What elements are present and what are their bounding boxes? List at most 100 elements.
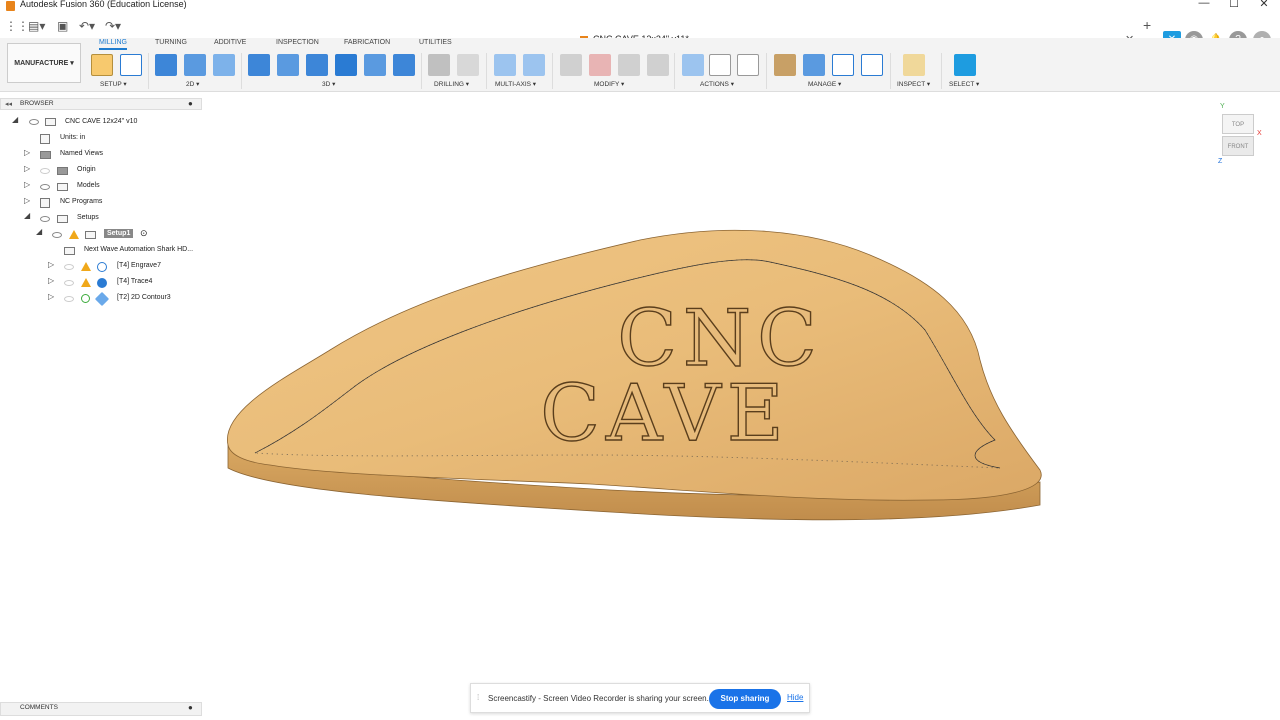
hide-link[interactable]: Hide — [787, 693, 803, 702]
expand-icon[interactable]: ▷ — [24, 180, 30, 189]
group-multi-axis[interactable]: MULTI-AXIS ▾ — [495, 80, 536, 88]
link-icon[interactable] — [647, 54, 669, 76]
expand-icon[interactable]: ▷ — [48, 276, 54, 285]
group-3d[interactable]: 3D ▾ — [322, 80, 335, 88]
browser-pin-icon[interactable]: ● — [188, 99, 193, 108]
tree-item-setup1[interactable]: ◢ Setup1 ⊙ — [0, 227, 202, 242]
trim-icon[interactable] — [618, 54, 640, 76]
comments-panel[interactable]: COMMENTS ● — [0, 702, 202, 716]
measure-icon[interactable] — [903, 54, 925, 76]
workspace-switcher[interactable]: MANUFACTURE ▾ — [7, 43, 81, 83]
new-tab-icon[interactable]: + — [1143, 17, 1151, 33]
tree-item-op[interactable]: ▷ [T4] Engrave7 — [0, 260, 202, 274]
tree-item-origin[interactable]: ▷ Origin — [0, 164, 202, 178]
expand-icon[interactable]: ▷ — [24, 148, 30, 157]
expand-icon[interactable]: ▷ — [48, 292, 54, 301]
maximize-icon[interactable]: ☐ — [1227, 0, 1241, 10]
tab-milling[interactable]: MILLING — [99, 39, 128, 50]
group-inspect[interactable]: INSPECT ▾ — [897, 80, 930, 88]
save-icon[interactable]: ▣ — [57, 19, 68, 33]
tree-item-setups[interactable]: ◢ Setups — [0, 211, 202, 226]
minimize-icon[interactable]: — — [1197, 0, 1211, 9]
tab-inspection[interactable]: INSPECTION — [276, 39, 319, 46]
share-message: Screencastify - Screen Video Recorder is… — [488, 694, 709, 703]
close-icon[interactable]: ✕ — [1257, 0, 1271, 10]
edit-toolpath-icon[interactable] — [560, 54, 582, 76]
model-viewport[interactable]: CNC CAVE — [210, 200, 1060, 540]
template-library-icon[interactable] — [861, 54, 883, 76]
select-icon[interactable] — [954, 54, 976, 76]
new-setup-icon[interactable] — [91, 54, 113, 76]
delete-passes-icon[interactable] — [589, 54, 611, 76]
expand-icon[interactable]: ▷ — [24, 196, 30, 205]
collapse-icon[interactable]: ◢ — [36, 227, 42, 236]
expand-icon[interactable]: ▷ — [24, 164, 30, 173]
apps-grid-icon[interactable]: ⋮⋮ — [5, 19, 29, 33]
tree-root[interactable]: ◢ CNC CAVE 12x24" v10 — [0, 115, 202, 130]
undo-icon[interactable]: ↶▾ — [79, 19, 95, 33]
face-icon[interactable] — [213, 54, 235, 76]
tree-item-named-views[interactable]: ▷ Named Views — [0, 148, 202, 162]
expand-icon[interactable]: ▷ — [48, 260, 54, 269]
warning-icon — [81, 262, 91, 271]
visibility-icon[interactable] — [52, 232, 62, 238]
group-setup[interactable]: SETUP ▾ — [100, 80, 127, 88]
viewcube-front[interactable]: FRONT — [1222, 136, 1254, 156]
nc-program-icon[interactable] — [120, 54, 142, 76]
group-modify[interactable]: MODIFY ▾ — [594, 80, 624, 88]
drag-handle-icon[interactable]: ⁞ — [477, 693, 479, 702]
tool-library-icon[interactable] — [774, 54, 796, 76]
add-comment-icon[interactable]: ● — [188, 703, 193, 712]
file-menu-icon[interactable]: ▤▾ — [28, 19, 45, 33]
group-actions[interactable]: ACTIONS ▾ — [700, 80, 734, 88]
trace-icon — [97, 278, 107, 288]
contour-icon[interactable] — [393, 54, 415, 76]
3d-pocket-icon[interactable] — [277, 54, 299, 76]
visibility-icon[interactable] — [40, 216, 50, 222]
tree-item-units[interactable]: Units: in — [0, 132, 202, 146]
group-drilling[interactable]: DRILLING ▾ — [434, 80, 469, 88]
steep-shallow-icon[interactable] — [306, 54, 328, 76]
tree-item-op[interactable]: ▷ [T4] Trace4 — [0, 276, 202, 290]
stop-sharing-button[interactable]: Stop sharing — [709, 689, 781, 709]
collapse-icon[interactable]: ◢ — [12, 115, 18, 124]
view-cube[interactable]: Y X Z TOP FRONT — [1218, 103, 1262, 170]
group-select[interactable]: SELECT ▾ — [949, 80, 979, 88]
3d-adaptive-icon[interactable] — [248, 54, 270, 76]
tree-item-machine[interactable]: Next Wave Automation Shark HD... — [0, 244, 202, 258]
multi-axis-contour-icon[interactable] — [494, 54, 516, 76]
tab-additive[interactable]: ADDITIVE — [214, 39, 246, 46]
separator — [890, 53, 891, 89]
visibility-off-icon[interactable] — [64, 280, 74, 286]
tree-item-nc-programs[interactable]: ▷ NC Programs — [0, 196, 202, 210]
visibility-off-icon[interactable] — [64, 264, 74, 270]
redo-icon[interactable]: ↷▾ — [105, 19, 121, 33]
visibility-off-icon[interactable] — [64, 296, 74, 302]
tree-item-models[interactable]: ▷ Models — [0, 180, 202, 194]
collapse-icon[interactable]: ◢ — [24, 211, 30, 220]
tab-fabrication[interactable]: FABRICATION — [344, 39, 390, 46]
drill-icon[interactable] — [428, 54, 450, 76]
visibility-icon[interactable] — [40, 184, 50, 190]
2d-adaptive-icon[interactable] — [155, 54, 177, 76]
activate-icon[interactable]: ⊙ — [140, 228, 148, 239]
tab-turning[interactable]: TURNING — [155, 39, 187, 46]
visibility-off-icon[interactable] — [40, 168, 50, 174]
setup-sheet-icon[interactable] — [737, 54, 759, 76]
group-manage[interactable]: MANAGE ▾ — [808, 80, 841, 88]
2d-pocket-icon[interactable] — [184, 54, 206, 76]
machine-library-icon[interactable] — [803, 54, 825, 76]
swarf-icon[interactable] — [523, 54, 545, 76]
visibility-icon[interactable] — [29, 119, 39, 125]
post-library-icon[interactable] — [832, 54, 854, 76]
tab-utilities[interactable]: UTILITIES — [419, 39, 452, 46]
simulate-icon[interactable] — [682, 54, 704, 76]
post-process-icon[interactable] — [709, 54, 731, 76]
scallop-icon[interactable] — [364, 54, 386, 76]
group-2d[interactable]: 2D ▾ — [186, 80, 199, 88]
tree-item-op[interactable]: ▷ [T2] 2D Contour3 — [0, 291, 202, 307]
collapse-browser-icon[interactable]: ◂◂ — [5, 100, 12, 108]
viewcube-top[interactable]: TOP — [1222, 114, 1254, 134]
hole-recognition-icon[interactable] — [457, 54, 479, 76]
parallel-icon[interactable] — [335, 54, 357, 76]
